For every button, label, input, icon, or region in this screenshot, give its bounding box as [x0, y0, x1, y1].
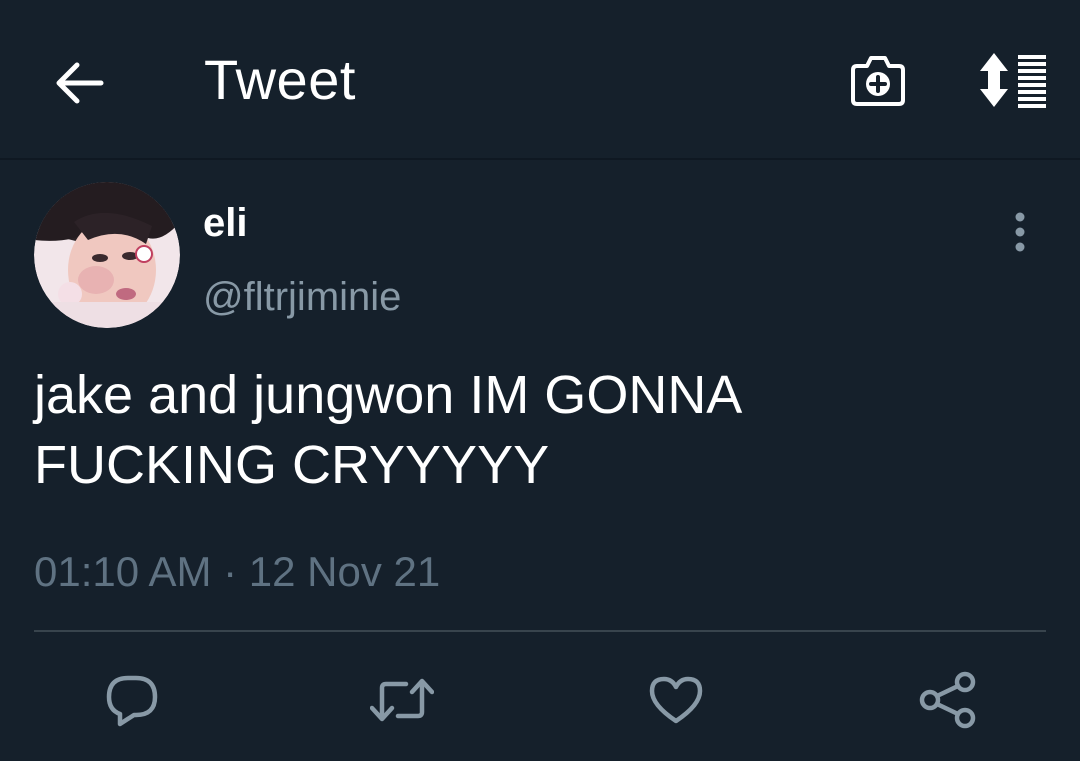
tweet-detail-screen: Tweet eli @fltrjiminie jake and jungwon … [0, 0, 1080, 761]
heart-icon [648, 675, 704, 725]
share-icon [919, 671, 977, 729]
back-button[interactable] [48, 52, 110, 114]
author-display-name[interactable]: eli [203, 198, 247, 248]
like-button[interactable] [644, 668, 708, 732]
tweet-text: jake and jungwon IM GONNA FUCKING CRYYYY… [34, 365, 740, 495]
author-handle[interactable]: @fltrjiminie [203, 272, 401, 322]
sort-button[interactable] [974, 48, 1050, 112]
retweet-button[interactable] [370, 668, 434, 732]
reply-button[interactable] [100, 668, 164, 732]
arrow-left-icon [53, 61, 105, 105]
camera-button[interactable] [846, 48, 910, 112]
share-button[interactable] [916, 668, 980, 732]
divider [34, 630, 1046, 632]
tweet-timestamp: 01:10 AM · 12 Nov 21 [34, 548, 441, 595]
retweet-icon [370, 676, 434, 724]
more-options-button[interactable] [1000, 206, 1040, 258]
avatar[interactable] [34, 182, 180, 328]
reply-icon [104, 673, 160, 727]
camera-plus-icon [849, 52, 907, 108]
top-app-bar: Tweet [0, 0, 1080, 160]
sort-icon [976, 51, 1048, 109]
more-vertical-icon [1013, 212, 1027, 252]
page-title: Tweet [204, 48, 356, 111]
